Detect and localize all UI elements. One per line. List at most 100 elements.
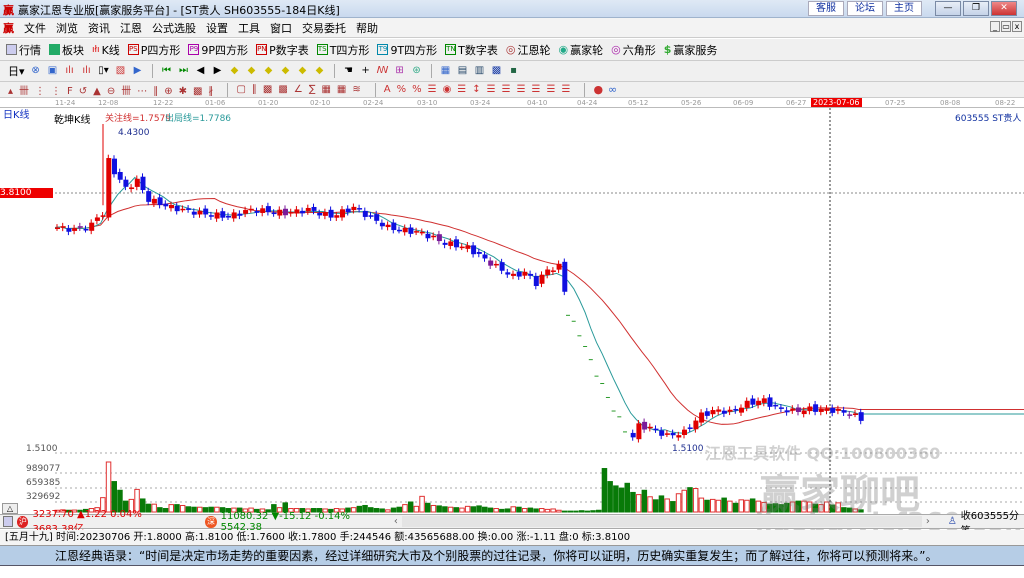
scroll-right-button[interactable]: › [926, 516, 930, 527]
link-service[interactable]: 客服 [808, 1, 844, 16]
label: 9P四方形 [201, 43, 249, 57]
menu-logo-icon: 贏 [3, 21, 14, 35]
notes-icon[interactable]: ▥ [474, 65, 486, 77]
indicator-tools-icon[interactable]: ▴卌⋮⋮F↺▲⊖卌⋯∥⊕✱▩∦ [8, 82, 219, 97]
menu-help[interactable]: 帮助 [356, 20, 378, 36]
volume-bar [510, 506, 516, 513]
formula-tools-icon[interactable]: A%%☰◉☰↕☰☰☰☰☰☰ [384, 84, 577, 95]
menu-tools[interactable]: 工具 [238, 20, 260, 36]
candle-body [379, 222, 385, 227]
toolbar-t-table[interactable]: TN T数字表 [445, 42, 498, 58]
menu-file[interactable]: 文件 [24, 20, 46, 36]
crosshair-icon[interactable]: + [360, 65, 372, 77]
first-icon[interactable]: ⏮ [161, 65, 173, 77]
candle-body [151, 198, 157, 204]
flag-icon[interactable]: ▶ [132, 65, 144, 77]
yinyang-icon[interactable]: ● [593, 83, 603, 96]
calendar-icon[interactable]: ▦ [440, 65, 452, 77]
mdi-minimize-button[interactable]: _ [990, 21, 1000, 32]
candle-body [630, 432, 636, 438]
menu-settings[interactable]: 设置 [206, 20, 228, 36]
save-icon[interactable]: ▩ [491, 65, 503, 77]
candle-body [271, 212, 277, 215]
volume-bar [556, 509, 562, 513]
menu-gann[interactable]: 江恩 [120, 20, 142, 36]
volume-bar [806, 501, 813, 513]
date-tick: 12-22 [153, 99, 174, 107]
kline-icon: ıłı [92, 44, 100, 55]
toolbar-p-table[interactable]: PN P数字表 [256, 42, 309, 58]
candle-body [670, 432, 676, 436]
zoom-out-icon[interactable]: ◆ [246, 65, 258, 77]
menu-trade[interactable]: 交易委托 [302, 20, 346, 36]
candle-body [516, 271, 522, 277]
infinity-icon[interactable]: ∞ [608, 83, 617, 96]
scroll-left-button[interactable]: ‹ [394, 516, 398, 527]
indicator-icon[interactable]: ▧ [115, 65, 127, 77]
tool-icon[interactable]: ⊞ [394, 65, 406, 77]
period-select[interactable]: 日▾ [8, 63, 25, 79]
volume-bar [692, 488, 699, 513]
expand-icon[interactable]: ◆ [263, 65, 275, 77]
truck-icon[interactable]: ▪ [508, 65, 520, 77]
scrollbar[interactable] [401, 516, 922, 527]
close-button[interactable]: ✕ [991, 1, 1017, 16]
link-home[interactable]: 主页 [886, 1, 922, 16]
calculator-icon[interactable]: ▤ [457, 65, 469, 77]
toolbar-sector[interactable]: 板块 [49, 42, 84, 58]
candle-body [835, 409, 841, 411]
toolbar-winner-wheel[interactable]: ◉ 赢家轮 [559, 42, 604, 58]
toolbar-kline[interactable]: ıłı K线 [92, 42, 120, 58]
volume-bar [590, 510, 596, 513]
draw-icon[interactable]: ꟿ [377, 65, 389, 77]
chart-icon[interactable]: ılı [81, 65, 93, 77]
toolbar-9t-square[interactable]: T9 9T四方形 [377, 42, 437, 58]
toolbar-hexagon[interactable]: ◎ 六角形 [611, 42, 656, 58]
tool-icon[interactable]: ⊛ [411, 65, 423, 77]
high-price-label: 4.4300 [118, 128, 150, 138]
link-icon[interactable]: ⊗ [30, 65, 42, 77]
candle-body [493, 263, 499, 266]
move-down-icon[interactable]: ◆ [314, 65, 326, 77]
menu-news[interactable]: 资讯 [88, 20, 110, 36]
candle-body [744, 400, 750, 408]
chart-icon[interactable]: ılı [64, 65, 76, 77]
last-icon[interactable]: ⏭ [178, 65, 190, 77]
mdi-close-button[interactable]: x [1012, 21, 1022, 32]
indicator-tools-icon[interactable]: ▢∥▩▩∠∑▦▦≋ [236, 84, 366, 95]
move-up-icon[interactable]: ◆ [297, 65, 309, 77]
minimize-button[interactable]: — [935, 1, 961, 16]
toolbar-gann-wheel[interactable]: ◎ 江恩轮 [506, 42, 551, 58]
volume-bar [841, 507, 847, 513]
shrink-icon[interactable]: ◆ [280, 65, 292, 77]
volume-bar [824, 501, 830, 513]
toolbar-9p-square[interactable]: P9 9P四方形 [188, 42, 248, 58]
toolbar-t-square[interactable]: TS T四方形 [316, 42, 369, 58]
menu-bar: 贏 文件 浏览 资讯 江恩 公式选股 设置 工具 窗口 交易委托 帮助 [0, 18, 1024, 38]
right-icon[interactable]: ▶ [212, 65, 224, 77]
expand-panel-button[interactable]: △ [2, 503, 18, 514]
candle-type-icon[interactable]: ▯▾ [98, 65, 110, 77]
link-forum[interactable]: 论坛 [847, 1, 883, 16]
label: 9T四方形 [390, 43, 438, 57]
menu-browse[interactable]: 浏览 [56, 20, 78, 36]
keyboard-icon[interactable] [3, 516, 14, 527]
calendar-icon[interactable]: ▣ [47, 65, 59, 77]
toolbar-service[interactable]: $ 赢家服务 [664, 42, 718, 58]
left-icon[interactable]: ◀ [195, 65, 207, 77]
volume-bar [681, 489, 687, 513]
zoom-in-icon[interactable]: ◆ [229, 65, 241, 77]
volume-bar [749, 498, 756, 513]
candle-body [300, 210, 306, 214]
toolbar-p-square[interactable]: PS P四方形 [127, 42, 180, 58]
menu-window[interactable]: 窗口 [270, 20, 292, 36]
candle-body [459, 246, 465, 249]
toolbar-quotes[interactable]: 行情 [6, 42, 41, 58]
hand-icon[interactable]: ☚ [343, 65, 355, 77]
kline-chart[interactable] [0, 108, 1024, 513]
candle-body [414, 231, 420, 233]
mdi-restore-button[interactable]: ▭ [1001, 21, 1011, 32]
ts-icon: TS [316, 44, 328, 55]
menu-formula[interactable]: 公式选股 [152, 20, 196, 36]
restore-button[interactable]: ❐ [963, 1, 989, 16]
